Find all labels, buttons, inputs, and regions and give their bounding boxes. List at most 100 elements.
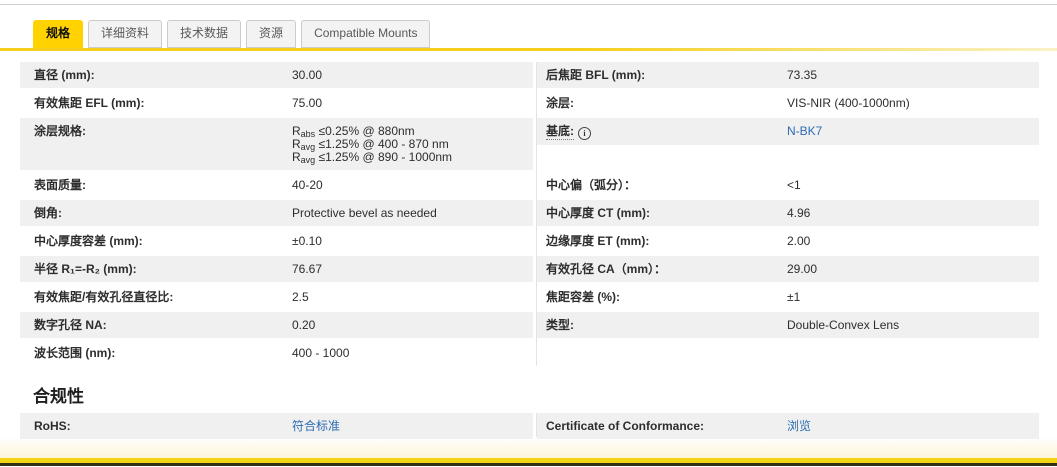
spec-cell-right: 中心偏（弧分）： <1 [537, 172, 1039, 198]
spec-label-text: 后焦距 BFL (mm): [546, 68, 646, 82]
spec-label: 边缘厚度 ET (mm): [546, 235, 787, 248]
spec-label: 涂层: [546, 97, 787, 110]
spec-value: Protective bevel as needed [292, 206, 437, 220]
spec-cell-right: 类型: Double-Convex Lens [537, 312, 1039, 338]
spec-value: 75.00 [292, 96, 323, 110]
spec-label: 倒角: [34, 207, 292, 220]
spec-cell-left: 半径 R₁=-R₂ (mm): 76.67 [20, 256, 533, 282]
spec-value: 2.5 [292, 290, 309, 304]
spec-cell-left: 表面质量: 40-20 [20, 172, 533, 198]
spec-label: 半径 R₁=-R₂ (mm): [34, 263, 292, 276]
spec-value: ±1 [787, 290, 801, 304]
footer-bar [0, 437, 1057, 467]
spec-label-text: Certificate of Conformance: [546, 419, 705, 433]
spec-cell-right: 基底: i N-BK7 [537, 118, 1039, 145]
spec-cell-right [537, 340, 1039, 353]
spec-value: 73.35 [787, 68, 818, 82]
table-row: 数字孔径 NA: 0.20 类型: Double-Convex Lens [20, 312, 1039, 338]
spec-label-text: 中心厚度 CT (mm): [546, 206, 650, 220]
spec-table: 直径 (mm): 30.00 后焦距 BFL (mm): 73.35 有效焦距 EFL … [20, 62, 1039, 366]
table-row: 中心厚度容差 (mm): ±0.10 边缘厚度 ET (mm): 2.00 [20, 228, 1039, 254]
spec-label: 类型: [546, 319, 787, 332]
table-row: 波长范围 (nm): 400 - 1000 [20, 340, 1039, 366]
spec-cell-left: 波长范围 (nm): 400 - 1000 [20, 340, 533, 366]
spec-label-text: 有效焦距 EFL (mm): [34, 96, 145, 110]
spec-cell-left: 倒角: Protective bevel as needed [20, 200, 533, 226]
table-row: 有效焦距 EFL (mm): 75.00 涂层: VIS-NIR (400-1000n… [20, 90, 1039, 116]
spec-label: 后焦距 BFL (mm): [546, 69, 787, 82]
spec-cell-left: RoHS: 符合标准 [20, 413, 533, 439]
spec-value: 76.67 [292, 262, 323, 276]
tab-list: 规格 详细资料 技术数据 资源 Compatible Mounts [0, 5, 1057, 48]
spec-value: 2.00 [787, 234, 811, 248]
spec-label: 表面质量: [34, 179, 292, 192]
spec-value: 4.96 [787, 206, 811, 220]
tab-underline [0, 48, 1057, 51]
info-icon[interactable]: i [578, 127, 591, 140]
spec-value: Rabs ≤0.25% @ 880nm Ravg ≤1.25% @ 400 - 8… [292, 124, 453, 165]
spec-cell-right: 中心厚度 CT (mm): 4.96 [537, 200, 1039, 226]
spec-cell-left: 直径 (mm): 30.00 [20, 62, 533, 88]
spec-label-text: 波长范围 (nm): [34, 346, 116, 360]
tab-bar: 规格 详细资料 技术数据 资源 Compatible Mounts [0, 5, 1057, 51]
tab-details[interactable]: 详细资料 [88, 20, 163, 48]
compliance-heading: 合规性 [33, 387, 84, 406]
spec-label: 基底: i [546, 124, 787, 140]
spec-label-text: 类型: [546, 318, 574, 332]
spec-cell-right: 后焦距 BFL (mm): 73.35 [537, 62, 1039, 88]
spec-cell-right: 边缘厚度 ET (mm): 2.00 [537, 228, 1039, 254]
spec-value: VIS-NIR (400-1000nm) [787, 96, 910, 110]
spec-label: 焦距容差 (%): [546, 291, 787, 304]
spec-value: 40-20 [292, 178, 323, 192]
spec-value: <1 [787, 178, 801, 192]
spec-label-text: 半径 R₁=-R₂ (mm): [34, 262, 137, 276]
spec-label: 涂层规格: [34, 125, 292, 164]
spec-label-text: 涂层规格: [34, 124, 86, 138]
spec-label-text: 焦距容差 (%): [546, 290, 620, 304]
content-area: 直径 (mm): 30.00 后焦距 BFL (mm): 73.35 有效焦距 EFL … [20, 62, 1039, 439]
spec-value-link[interactable]: N-BK7 [787, 125, 822, 139]
spec-label: 数字孔径 NA: [34, 319, 292, 332]
table-row: 倒角: Protective bevel as needed 中心厚度 CT (mm… [20, 200, 1039, 226]
spec-value: ±0.10 [292, 234, 322, 248]
spec-label: RoHS: [34, 420, 292, 433]
spec-label: 有效焦距/有效孔径直径比: [34, 291, 292, 304]
table-row: RoHS: 符合标准 Certificate of Conformance: 浏览 [20, 413, 1039, 439]
spec-cell-left: 有效焦距/有效孔径直径比: 2.5 [20, 284, 533, 310]
spec-label-text: RoHS: [34, 419, 71, 433]
spec-value: 30.00 [292, 68, 323, 82]
spec-value: Double-Convex Lens [787, 318, 900, 332]
footer-gradient [0, 437, 1057, 458]
spec-value-link[interactable]: 浏览 [787, 420, 811, 433]
spec-value-link[interactable]: 符合标准 [292, 420, 340, 433]
tab-specs[interactable]: 规格 [33, 20, 84, 48]
compliance-table: RoHS: 符合标准 Certificate of Conformance: 浏览 [20, 413, 1039, 439]
spec-cell-left: 有效焦距 EFL (mm): 75.00 [20, 90, 533, 116]
tab-tech-data[interactable]: 技术数据 [167, 20, 242, 48]
spec-label-text: 中心厚度容差 (mm): [34, 234, 143, 248]
spec-label-text: 有效焦距/有效孔径直径比: [34, 290, 174, 304]
spec-label-text: 中心偏（弧分）： [546, 178, 637, 192]
spec-label-text: 边缘厚度 ET (mm): [546, 234, 650, 248]
spec-label-text: 基底: [546, 124, 574, 140]
spec-value: 29.00 [787, 262, 818, 276]
spec-label-text: 直径 (mm): [34, 68, 95, 82]
spec-cell-right: 有效孔径 CA（mm）： 29.00 [537, 256, 1039, 282]
spec-label-text: 数字孔径 NA: [34, 318, 107, 332]
spec-cell-left: 数字孔径 NA: 0.20 [20, 312, 533, 338]
spec-label: 波长范围 (nm): [34, 347, 292, 360]
spec-cell-right: 焦距容差 (%): ±1 [537, 284, 1039, 310]
table-row: 直径 (mm): 30.00 后焦距 BFL (mm): 73.35 [20, 62, 1039, 88]
spec-label-text: 涂层: [546, 96, 574, 110]
table-row: 半径 R₁=-R₂ (mm): 76.67 有效孔径 CA（mm）： 29.00 [20, 256, 1039, 282]
spec-cell-right: 涂层: VIS-NIR (400-1000nm) [537, 90, 1039, 116]
spec-label-text: 倒角: [34, 206, 62, 220]
spec-value: 400 - 1000 [292, 346, 350, 360]
table-row: 有效焦距/有效孔径直径比: 2.5 焦距容差 (%): ±1 [20, 284, 1039, 310]
spec-cell-left: 涂层规格: Rabs ≤0.25% @ 880nm Ravg ≤1.25% @ 40… [20, 118, 533, 170]
spec-cell-left: 中心厚度容差 (mm): ±0.10 [20, 228, 533, 254]
tab-compatible-mounts[interactable]: Compatible Mounts [301, 20, 431, 48]
spec-label: Certificate of Conformance: [546, 420, 787, 433]
spec-label-text: 有效孔径 CA（mm）： [546, 262, 667, 276]
tab-resources[interactable]: 资源 [246, 20, 297, 48]
